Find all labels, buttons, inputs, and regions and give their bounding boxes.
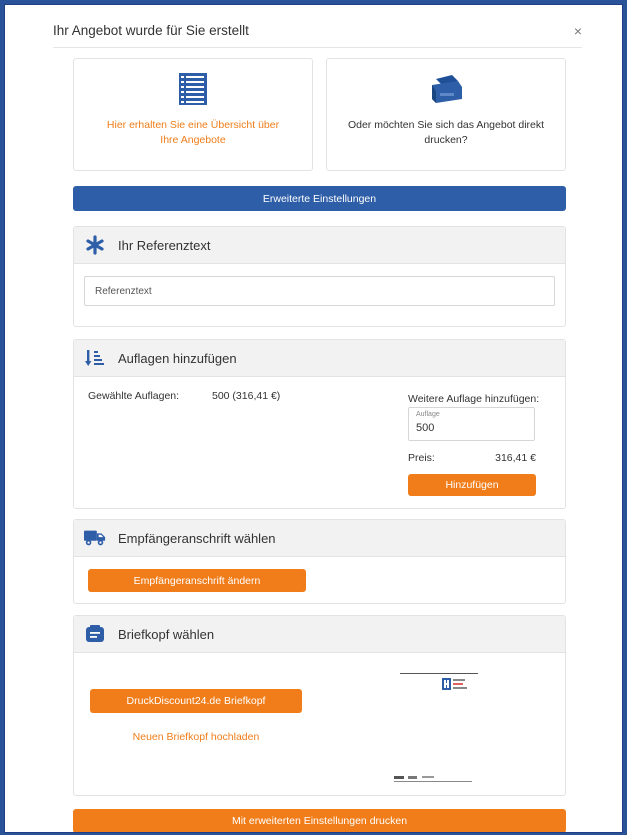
selected-auflagen-label: Gewählte Auflagen: <box>88 390 180 402</box>
letterhead-panel-header: Briefkopf wählen <box>74 616 565 653</box>
sort-amount-icon <box>84 347 106 369</box>
auflagen-panel-header: Auflagen hinzufügen <box>74 340 565 377</box>
header-divider <box>53 47 582 48</box>
asterisk-icon <box>84 234 106 256</box>
letter-icon <box>84 623 106 645</box>
close-button[interactable]: × <box>574 23 582 39</box>
overview-card[interactable]: Hier erhalten Sie eine Übersicht über Ih… <box>73 58 313 171</box>
advanced-settings-button[interactable]: Erweiterte Einstellungen <box>73 186 566 211</box>
upload-letterhead-link[interactable]: Neuen Briefkopf hochladen <box>90 731 302 743</box>
print-card[interactable]: Oder möchten Sie sich das Angebot direkt… <box>326 58 566 171</box>
letterhead-preview-footer <box>394 774 454 784</box>
auflage-input[interactable]: Auflage 500 <box>408 407 535 441</box>
truck-icon <box>84 527 106 549</box>
change-recipient-button[interactable]: Empfängeranschrift ändern <box>88 569 306 592</box>
offer-modal: Ihr Angebot wurde für Sie erstellt × Hie… <box>4 4 623 833</box>
reference-input[interactable]: Referenztext <box>84 276 555 306</box>
auflage-field-label: Auflage <box>416 411 440 418</box>
recipient-heading: Empfängeranschrift wählen <box>118 530 276 546</box>
recipient-panel-header: Empfängeranschrift wählen <box>74 520 565 557</box>
auflage-field-value[interactable]: 500 <box>416 422 434 434</box>
letterhead-panel: Briefkopf wählen DruckDiscount24.de Brie… <box>73 615 566 796</box>
recipient-panel: Empfängeranschrift wählen Empfängeransch… <box>73 519 566 604</box>
reference-heading: Ihr Referenztext <box>118 237 211 253</box>
reference-panel-header: Ihr Referenztext <box>74 227 565 264</box>
add-auflage-button[interactable]: Hinzufügen <box>408 474 536 496</box>
reference-panel: Ihr Referenztext Referenztext <box>73 226 566 327</box>
druckdiscount-letterhead-button[interactable]: DruckDiscount24.de Briefkopf <box>90 689 302 713</box>
letterhead-preview-top-line <box>400 673 478 674</box>
modal-title: Ihr Angebot wurde für Sie erstellt <box>53 23 249 38</box>
overview-link-text[interactable]: Hier erhalten Sie eine Übersicht über Ih… <box>98 118 288 148</box>
letterhead-heading: Briefkopf wählen <box>118 626 215 642</box>
auflagen-panel: Auflagen hinzufügen Gewählte Auflagen: 5… <box>73 339 566 509</box>
selected-auflagen-value: 500 (316,41 €) <box>212 390 281 402</box>
modal-header: Ihr Angebot wurde für Sie erstellt × <box>53 22 582 46</box>
print-card-text: Oder möchten Sie sich das Angebot direkt… <box>347 119 545 146</box>
price-label: Preis: <box>408 452 435 464</box>
list-icon <box>179 73 207 110</box>
add-auflage-label: Weitere Auflage hinzufügen: <box>408 393 540 405</box>
auflagen-heading: Auflagen hinzufügen <box>118 350 237 366</box>
printer-icon <box>428 73 464 110</box>
price-value: 316,41 € <box>495 452 536 464</box>
letterhead-preview-logo <box>442 678 482 692</box>
print-with-advanced-settings-button[interactable]: Mit erweiterten Einstellungen drucken <box>73 809 566 832</box>
